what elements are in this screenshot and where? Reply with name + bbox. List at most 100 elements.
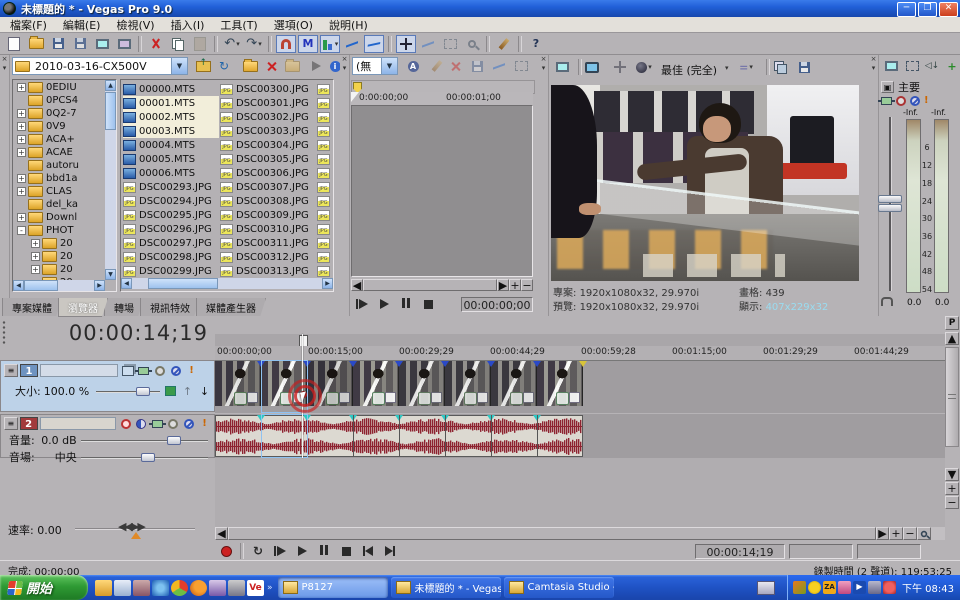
marker-tool-button[interactable]: P [945,316,959,330]
trimmer-ruler[interactable]: 0:00:00;00 00:00:01;00 [351,92,533,106]
file-item[interactable]: DSC00313.JPG [220,264,316,278]
dock-close-icon[interactable]: × [539,55,548,64]
internet-explorer-icon[interactable] [152,580,169,596]
trimmer-play-button[interactable] [374,295,394,313]
mixer-properties-button[interactable] [881,57,901,75]
save-button[interactable] [48,35,68,53]
timeline-hscrollbar[interactable]: ◀ ▶ + − [215,527,945,540]
automation-gear-icon[interactable] [896,96,906,106]
video-clip-thumbnail[interactable] [537,361,583,406]
open-button[interactable] [26,35,46,53]
pan-slider[interactable] [81,453,208,462]
scroll-left-icon[interactable]: ◀ [13,280,24,291]
menu-item[interactable]: 檔案(F) [2,16,55,34]
file-item[interactable]: DSC003 [317,222,334,236]
file-item[interactable]: DSC003 [317,180,334,194]
vegas-quicklaunch-icon[interactable]: Ve [247,580,264,596]
script-button[interactable] [494,35,514,53]
trimmer-history-button[interactable]: A [403,57,423,75]
close-button[interactable]: ✕ [939,2,958,17]
track-minimize-icon[interactable]: ≡ [4,364,18,377]
tree-toggle[interactable]: + [31,252,40,261]
dock-tab[interactable]: 專案媒體 [2,298,62,317]
fader-lock-icon[interactable] [881,297,893,306]
record-button[interactable] [216,542,236,560]
file-item[interactable]: DSC00296.JPG [123,222,219,236]
trimmer-hscroll-thumb[interactable] [363,279,497,291]
preview-quality-label[interactable]: 最佳 (完全) [661,62,717,78]
trimmer-playhead[interactable] [351,92,359,102]
tree-item[interactable]: del_ka [15,198,116,211]
tree-item[interactable]: + 20 [15,263,116,276]
dock-pin-icon[interactable]: ▾ [539,64,548,73]
taskbar-task-button[interactable]: 未標題的 * - Vegas P... [391,577,501,598]
paste-button[interactable] [190,35,210,53]
file-item[interactable]: DSC003 [317,166,334,180]
start-preview-button[interactable] [306,57,326,75]
video-track-header[interactable]: ≡ 1 ! 大小: 100.0 % ↑ ↓ [0,360,215,412]
record-arm-button[interactable] [119,418,132,430]
video-clip-thumbnail[interactable] [399,361,445,406]
document-icon[interactable] [114,580,131,596]
file-item[interactable]: DSC00308.JPG [220,194,316,208]
scroll-right-icon[interactable]: ▶ [94,280,105,291]
cursor-time-display[interactable]: 00:00:14;19 [695,544,785,559]
audio-mute-button[interactable] [182,418,195,430]
bus-fx-icon[interactable] [881,97,892,105]
trimmer-open-button[interactable] [427,57,447,75]
pause-button[interactable] [314,542,334,560]
track-zoom-in-button[interactable]: + [945,482,959,495]
copy-snapshot-button[interactable] [770,58,790,76]
explorer-dock-handle[interactable]: ×▾ [0,55,10,316]
new-folder-button[interactable] [240,57,260,75]
trimmer-time-display[interactable]: 00:00:00;00 [461,297,533,312]
automation-settings-button[interactable] [167,418,180,430]
scroll-right-icon[interactable]: ▶ [322,278,333,289]
file-item[interactable]: DSC003 [317,124,334,138]
track-minimize-icon[interactable]: ≡ [4,417,18,430]
normal-edit-tool-button[interactable] [396,35,416,53]
solo-icon[interactable]: ! [924,95,929,106]
start-button[interactable]: 開始 [0,575,88,600]
preview-dock-handle[interactable]: ×▾ [539,55,549,316]
address-dropdown-button[interactable]: ▼ [171,58,187,74]
track-zoom-out-button[interactable]: − [945,496,959,509]
auto-crossfade-toggle[interactable]: M [298,35,318,53]
video-track-name-field[interactable] [40,364,118,377]
file-item[interactable]: DSC00297.JPG [123,236,219,250]
tree-item[interactable]: + ACAE [15,146,116,159]
add-bus-button[interactable]: + [942,57,960,75]
volume-slider-knob[interactable] [167,436,181,445]
properties-button[interactable] [92,35,112,53]
show-desktop-icon[interactable] [95,580,112,596]
trimmer-hscrollbar[interactable]: ◀ ▶ + − [351,279,533,291]
tree-item[interactable]: - PHOT [15,224,116,237]
menu-item[interactable]: 插入(I) [163,16,213,34]
trimmer-dock-handle[interactable]: ×▾ [340,55,350,316]
audio-track-header[interactable]: ≡ 2 ! 音量: 0.0 dB 音場: 中央 [0,414,215,458]
video-clip-thumbnail[interactable] [215,361,261,406]
tree-item[interactable]: + 20 [15,237,116,250]
scroll-down-icon[interactable]: ▼ [945,468,959,481]
save-snapshot-button[interactable] [794,58,814,76]
scroll-left-icon[interactable]: ◀ [121,278,132,289]
timeline-hscroll-thumb[interactable] [228,527,876,540]
dock-tab[interactable]: 視訊特效 [140,298,200,317]
file-item[interactable]: 00001.MTS [123,96,219,110]
tree-hscroll-thumb[interactable] [24,280,58,291]
tray-icon-3[interactable] [838,581,851,594]
mute-icon[interactable] [910,96,920,106]
tray-icon-1[interactable] [793,581,806,594]
time-display-panel[interactable]: 00:00:14;19 [0,318,214,352]
video-track-number[interactable]: 1 [20,364,38,377]
video-clip-thumbnail[interactable] [445,361,491,406]
loop-playback-button[interactable]: ↻ [248,542,268,560]
favorites-button[interactable] [282,57,302,75]
menu-item[interactable]: 編輯(E) [55,16,109,34]
file-item[interactable]: DSC003 [317,264,334,278]
tray-icon-5[interactable] [883,581,896,594]
up-one-level-button[interactable] [193,57,213,75]
big-time-display[interactable]: 00:00:14;19 [69,321,208,345]
file-item[interactable]: DSC00300.JPG [220,82,316,96]
file-item[interactable]: DSC00298.JPG [123,250,219,264]
